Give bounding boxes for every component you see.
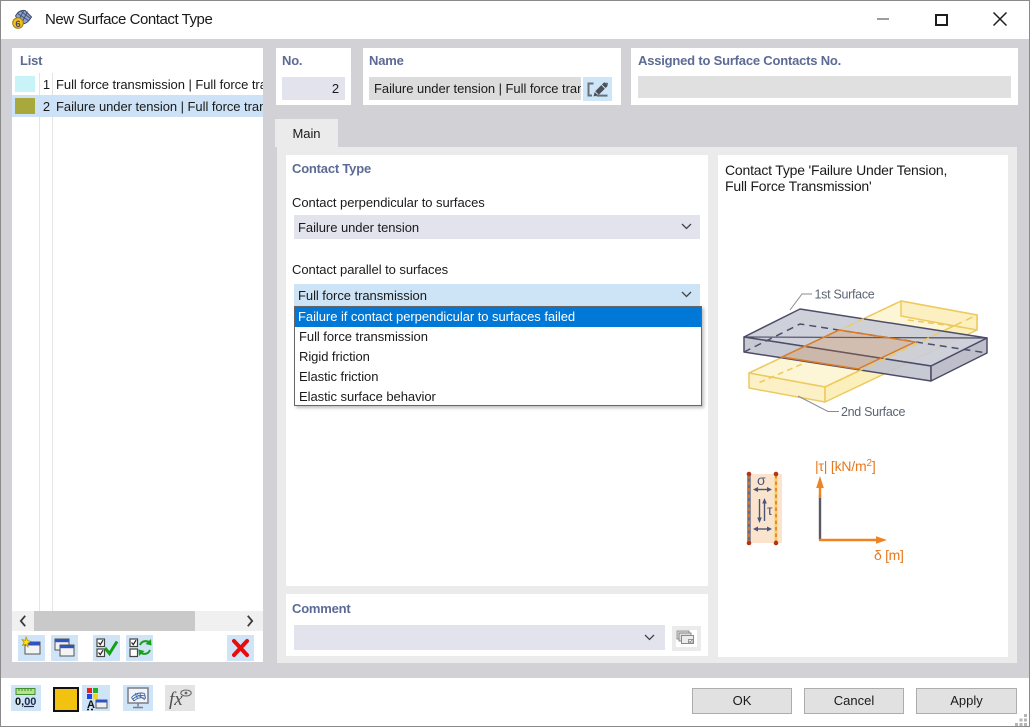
svg-text:1st Surface: 1st Surface <box>815 288 875 302</box>
svg-text:2nd Surface: 2nd Surface <box>841 405 905 419</box>
svg-text:δ [m]: δ [m] <box>874 547 904 563</box>
svg-text:|τ| [kN/m2]: |τ| [kN/m2] <box>815 458 876 474</box>
svg-text:τ: τ <box>767 502 773 518</box>
svg-text:6: 6 <box>15 19 20 30</box>
svg-text:σ: σ <box>757 472 766 488</box>
